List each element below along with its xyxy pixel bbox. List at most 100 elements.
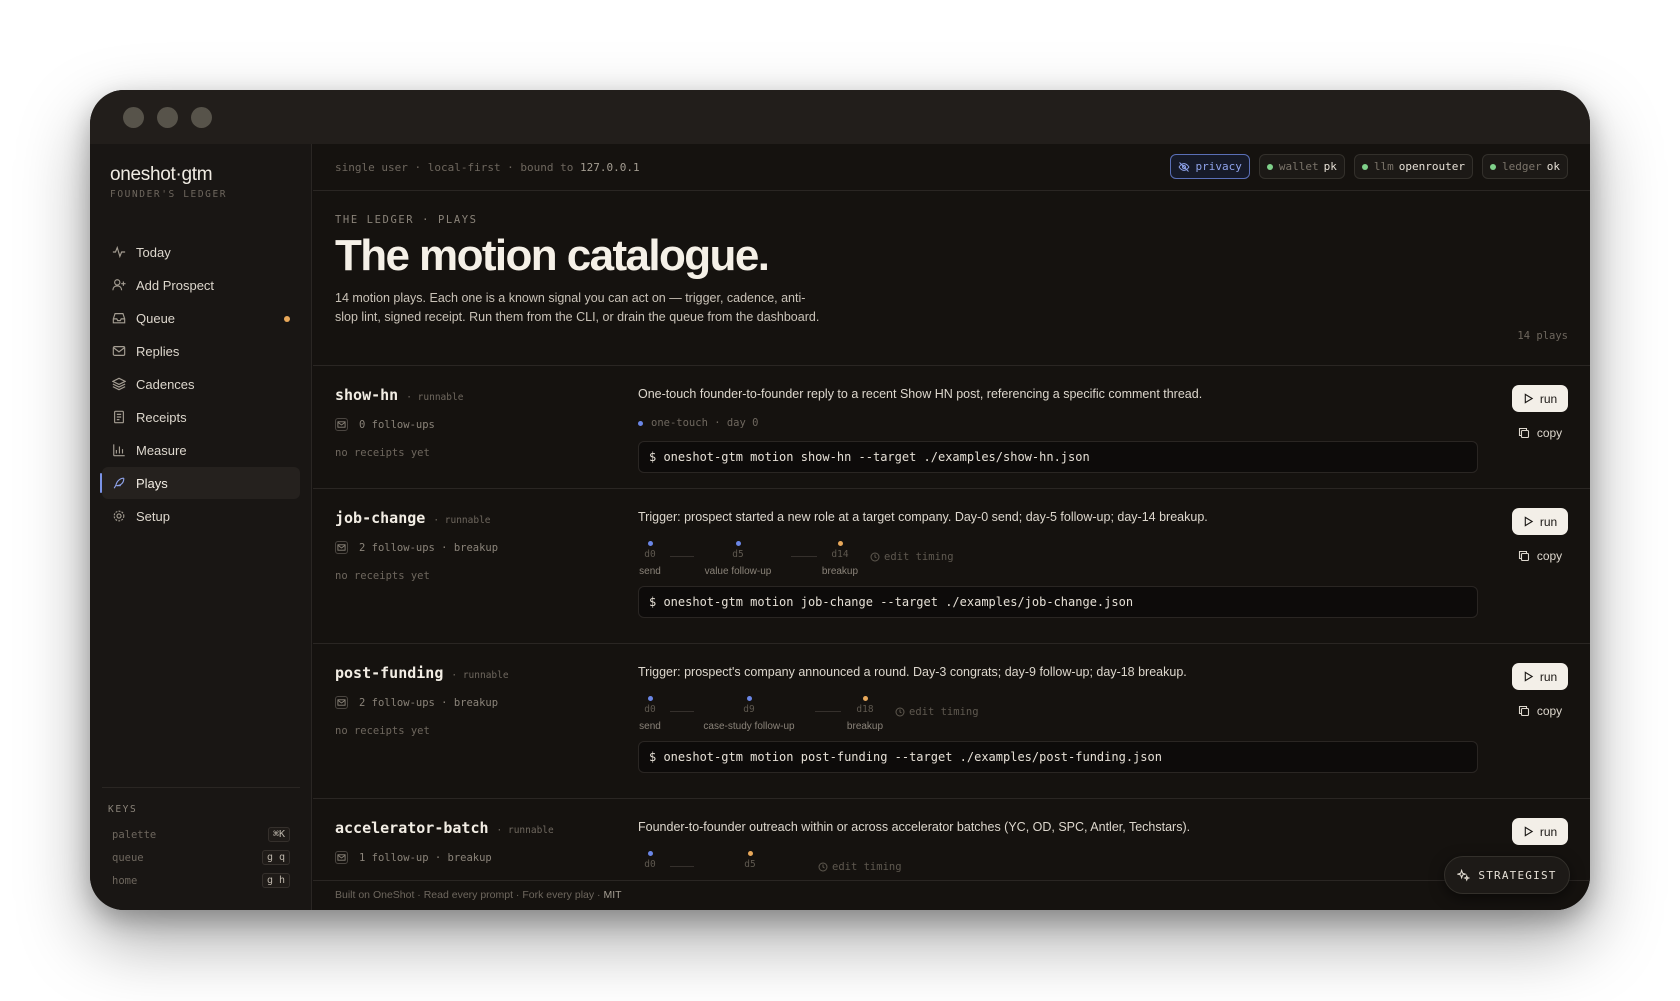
play-row-show-hn: show-hn · runnable 0 follow-ups no recei… bbox=[313, 365, 1590, 488]
status-text: runnable bbox=[462, 670, 509, 681]
run-button[interactable]: run bbox=[1512, 663, 1568, 690]
sidebar-item-cadences[interactable]: Cadences bbox=[102, 368, 300, 400]
sidebar-item-measure[interactable]: Measure bbox=[102, 434, 300, 466]
plays-list: show-hn · runnable 0 follow-ups no recei… bbox=[313, 365, 1590, 898]
window-maximize-button[interactable] bbox=[191, 107, 212, 128]
step-dot bbox=[647, 851, 653, 856]
copy-button[interactable]: copy bbox=[1512, 549, 1568, 563]
shortcut-key: g q bbox=[261, 850, 290, 865]
one-touch-text: one-touch · day 0 bbox=[651, 417, 759, 429]
step-dot bbox=[862, 696, 868, 701]
edit-timing-label: edit timing bbox=[884, 551, 954, 563]
cli-command[interactable]: $ oneshot-gtm motion post-funding --targ… bbox=[638, 741, 1478, 773]
privacy-toggle[interactable]: privacy bbox=[1169, 154, 1250, 179]
sidebar-item-label: Plays bbox=[136, 475, 168, 491]
gear-icon bbox=[112, 509, 126, 523]
one-touch-badge: one-touch · day 0 bbox=[638, 417, 758, 429]
copy-button[interactable]: copy bbox=[1512, 704, 1568, 718]
llm-status-chip[interactable]: llm openrouter bbox=[1353, 154, 1473, 179]
step-dot bbox=[746, 696, 752, 701]
copy-label: copy bbox=[1536, 704, 1563, 718]
queue-notification-dot bbox=[284, 316, 290, 322]
activity-icon bbox=[112, 245, 126, 259]
receipts-info: no receipts yet bbox=[335, 725, 430, 737]
footer-text: Built on OneShot · Read every prompt · F… bbox=[335, 889, 601, 901]
play-description: Trigger: prospect started a new role at … bbox=[638, 510, 1208, 524]
shortcut-key: g h bbox=[261, 873, 290, 888]
wallet-status-chip[interactable]: wallet pk bbox=[1258, 154, 1345, 179]
step-day: d0 bbox=[644, 859, 656, 870]
step-label: case-study follow-up bbox=[703, 721, 795, 732]
run-label: run bbox=[1539, 824, 1558, 839]
sidebar-item-replies[interactable]: Replies bbox=[102, 335, 300, 367]
cadence-step: d9 case-study follow-up bbox=[693, 696, 805, 732]
step-label: send bbox=[639, 721, 661, 732]
window-minimize-button[interactable] bbox=[157, 107, 178, 128]
run-label: run bbox=[1539, 391, 1558, 406]
ledger-status-chip[interactable]: ledger ok bbox=[1482, 154, 1568, 179]
inbox-icon bbox=[112, 311, 126, 325]
layers-icon bbox=[112, 377, 126, 391]
sidebar-item-label: Setup bbox=[136, 508, 170, 524]
edit-timing-link[interactable]: edit timing bbox=[870, 551, 954, 563]
edit-timing-link[interactable]: edit timing bbox=[895, 706, 979, 718]
clock-icon bbox=[818, 862, 828, 872]
play-description: Founder-to-founder outreach within or ac… bbox=[638, 820, 1191, 834]
eye-off-icon bbox=[1178, 161, 1189, 172]
strategist-button[interactable]: STRATEGIST bbox=[1444, 856, 1570, 894]
sidebar-item-queue[interactable]: Queue bbox=[102, 302, 300, 334]
run-button[interactable]: run bbox=[1512, 508, 1568, 535]
step-dot bbox=[837, 541, 843, 546]
play-row-job-change: job-change · runnable 2 follow-ups · bre… bbox=[313, 488, 1590, 643]
sidebar-item-label: Replies bbox=[136, 343, 180, 359]
play-title: show-hn bbox=[335, 386, 399, 404]
run-label: run bbox=[1539, 669, 1558, 684]
cadence-step: d14 breakup bbox=[818, 541, 862, 577]
brand: oneshot·gtm FOUNDER'S LEDGER bbox=[110, 164, 227, 200]
cli-command[interactable]: $ oneshot-gtm motion show-hn --target ./… bbox=[638, 441, 1478, 473]
llm-label: llm bbox=[1373, 160, 1394, 173]
play-description: Trigger: prospect's company announced a … bbox=[638, 665, 1187, 679]
play-name: accelerator-batch · runnable bbox=[335, 819, 554, 837]
cadence-step: d0 send bbox=[638, 541, 662, 577]
copy-button[interactable]: copy bbox=[1512, 426, 1568, 440]
step-dot bbox=[647, 696, 653, 701]
bound-address: 127.0.0.1 bbox=[580, 161, 640, 174]
clock-icon bbox=[870, 552, 880, 562]
shortcut-palette: palette ⌘K bbox=[102, 823, 300, 846]
title-bar bbox=[90, 90, 1590, 144]
sidebar-item-add-prospect[interactable]: Add Prospect bbox=[102, 269, 300, 301]
sidebar-item-plays[interactable]: Plays bbox=[100, 467, 300, 499]
sidebar-item-today[interactable]: Today bbox=[102, 236, 300, 268]
edit-timing-link[interactable]: edit timing bbox=[818, 861, 902, 873]
step-day: d0 bbox=[644, 549, 656, 560]
sparkles-icon bbox=[1457, 868, 1471, 882]
cli-command[interactable]: $ oneshot-gtm motion job-change --target… bbox=[638, 586, 1478, 618]
run-button[interactable]: run bbox=[1512, 818, 1568, 845]
play-title: accelerator-batch bbox=[335, 819, 489, 837]
sidebar-item-label: Cadences bbox=[136, 376, 195, 392]
wallet-value: pk bbox=[1323, 160, 1337, 173]
sidebar-item-receipts[interactable]: Receipts bbox=[102, 401, 300, 433]
cadence-step: d0 send bbox=[638, 696, 662, 732]
cadence-step: d5 value follow-up bbox=[693, 541, 783, 577]
main-content: single user · local-first · bound to 127… bbox=[313, 144, 1590, 910]
sidebar-item-setup[interactable]: Setup bbox=[102, 500, 300, 532]
play-title: post-funding bbox=[335, 664, 444, 682]
footer: Built on OneShot · Read every prompt · F… bbox=[313, 880, 1590, 910]
run-button[interactable]: run bbox=[1512, 385, 1568, 412]
window-close-button[interactable] bbox=[123, 107, 144, 128]
top-bar: single user · local-first · bound to 127… bbox=[313, 144, 1590, 191]
shortcut-key: ⌘K bbox=[267, 827, 290, 842]
status-dot bbox=[1361, 163, 1368, 170]
step-connector bbox=[670, 711, 694, 712]
play-icon bbox=[1524, 671, 1534, 682]
step-label: breakup bbox=[821, 566, 859, 577]
shortcut-label: palette bbox=[112, 828, 157, 841]
status-dot bbox=[1266, 163, 1273, 170]
shortcut-label: home bbox=[112, 874, 138, 887]
play-row-post-funding: post-funding · runnable 2 follow-ups · b… bbox=[313, 643, 1590, 798]
license-link[interactable]: MIT bbox=[603, 889, 621, 901]
step-day: d5 bbox=[744, 859, 756, 870]
play-description: One-touch founder-to-founder reply to a … bbox=[638, 387, 1203, 401]
